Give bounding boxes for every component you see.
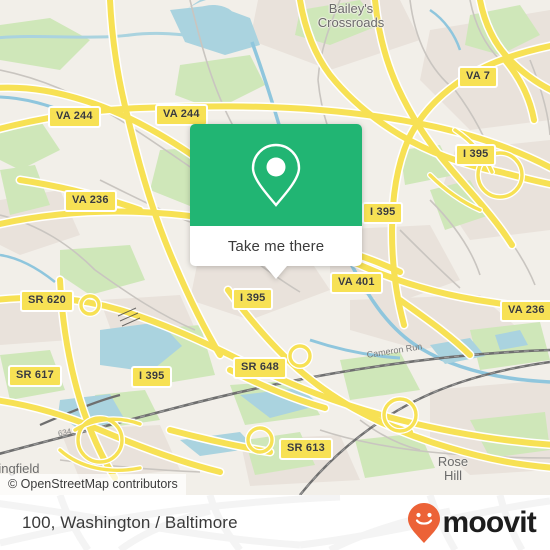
moovit-smiley-pin-icon xyxy=(408,502,441,543)
road-shield-i-395-south[interactable]: I 395 xyxy=(131,366,173,388)
road-shield-i-395-mid[interactable]: I 395 xyxy=(232,288,274,310)
callout-tail-arrow xyxy=(265,266,287,279)
road-shield-sr-648[interactable]: SR 648 xyxy=(233,357,287,379)
road-shield-va-244-west[interactable]: VA 244 xyxy=(48,106,101,128)
moovit-logo[interactable]: moovit xyxy=(407,502,537,544)
road-shield-sr-617[interactable]: SR 617 xyxy=(8,365,62,387)
callout-pin-area xyxy=(190,124,362,226)
bottom-info-bar: 100, Washington / Baltimore moovit xyxy=(0,495,550,550)
road-shield-va-236-east[interactable]: VA 236 xyxy=(500,300,550,322)
take-me-there-label: Take me there xyxy=(227,237,325,255)
map-canvas[interactable]: Bailey's Crossroads Rose Hill ringfield … xyxy=(0,0,550,495)
road-shield-i-395-center[interactable]: I 395 xyxy=(362,202,404,224)
destination-callout-card[interactable]: Take me there xyxy=(190,124,362,279)
map-pin-icon xyxy=(251,143,301,207)
moovit-wordmark: moovit xyxy=(442,505,536,539)
osm-attribution[interactable]: © OpenStreetMap contributors xyxy=(0,474,186,495)
road-shield-va-7[interactable]: VA 7 xyxy=(458,66,499,88)
road-shield-i-395-northeast[interactable]: I 395 xyxy=(455,144,497,166)
callout-action-area[interactable]: Take me there xyxy=(190,226,362,279)
road-shield-sr-613[interactable]: SR 613 xyxy=(279,438,333,460)
road-shield-va-244-east[interactable]: VA 244 xyxy=(155,104,208,126)
road-shield-va-401[interactable]: VA 401 xyxy=(330,272,383,294)
road-shield-va-236-west[interactable]: VA 236 xyxy=(64,190,117,212)
moovit-map-screen: Bailey's Crossroads Rose Hill ringfield … xyxy=(0,0,550,550)
address-label: 100, Washington / Baltimore xyxy=(22,512,238,532)
road-shield-sr-620[interactable]: SR 620 xyxy=(20,290,74,312)
